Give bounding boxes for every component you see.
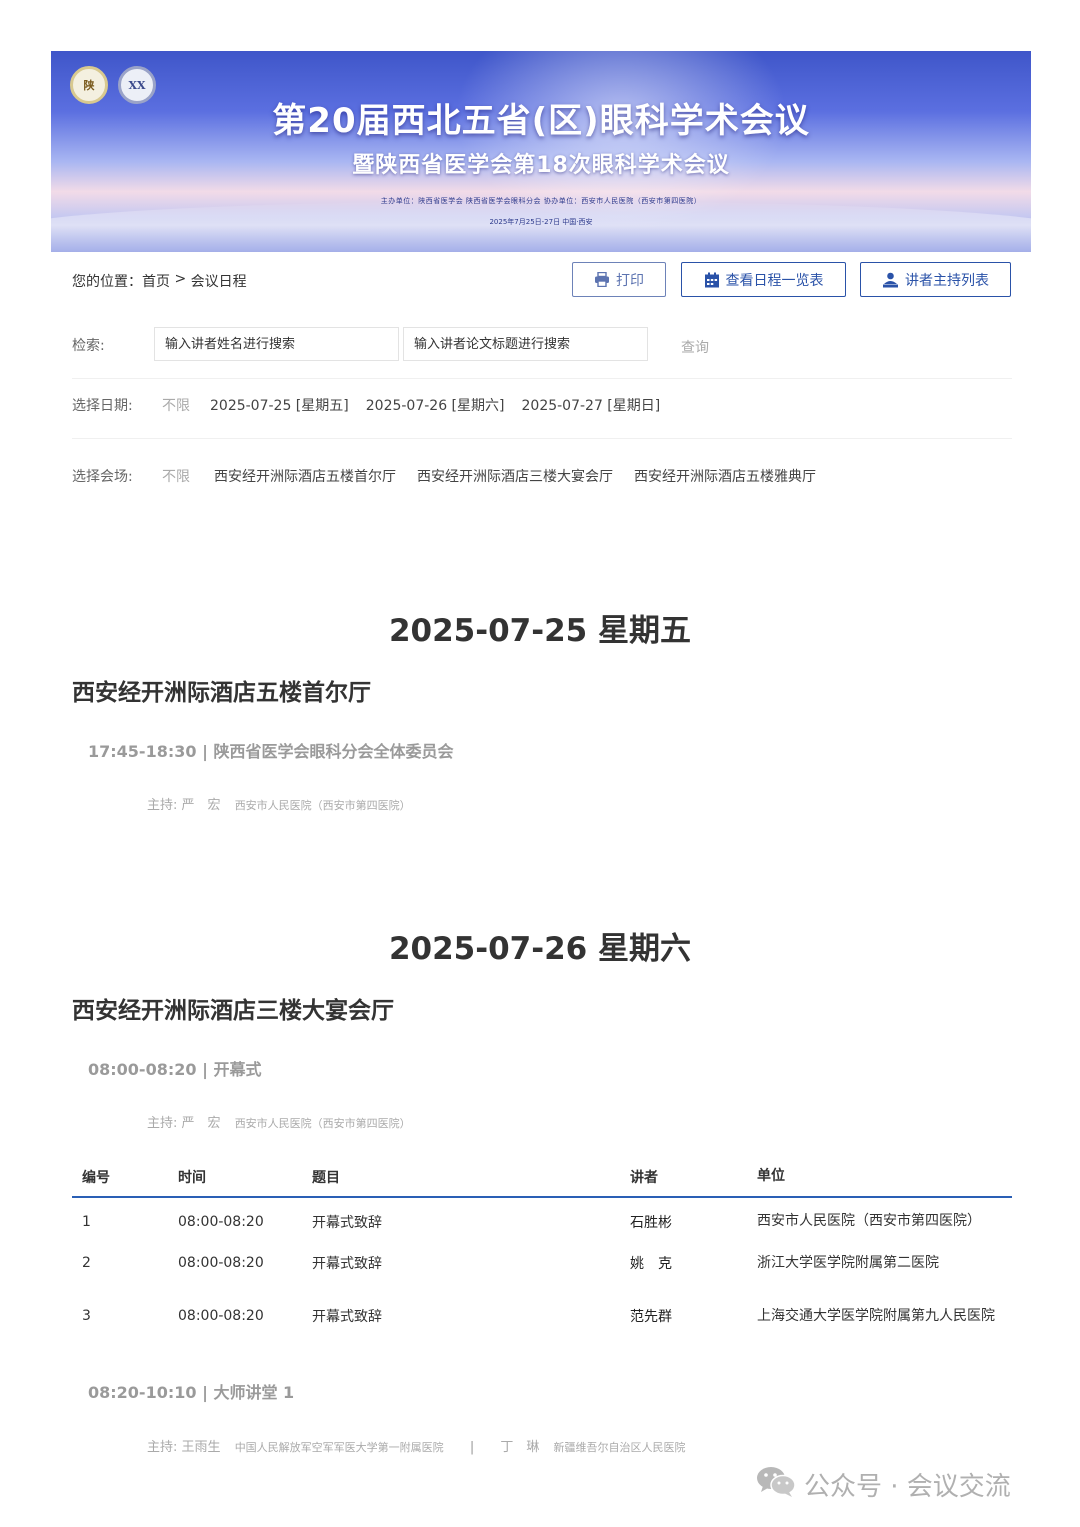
host-name: 王雨生 (181, 1440, 221, 1455)
session-host: 主持: 王雨生 中国人民解放军空军军医大学第一附属医院 | 丁 琳 新疆维吾尔自… (147, 1436, 686, 1455)
day-heading: 2025-07-26 星期六 (388, 931, 692, 967)
table-row: 3 08:00-08:20 开幕式致辞 范先群 上海交通大学医学院附属第九人民医… (72, 1281, 1012, 1351)
col-header-number: 编号 (72, 1157, 178, 1198)
cell-time: 08:00-08:20 (178, 1213, 264, 1230)
venue-option-any[interactable]: 不限 (162, 466, 190, 486)
host-organization: 中国人民解放军空军军医大学第一附属医院 (234, 1441, 444, 1454)
printer-icon (594, 272, 610, 287)
host-separator: | (469, 1440, 475, 1455)
cell-affiliation: 浙江大学医学院附属第二医院 (757, 1254, 939, 1271)
col-header-speaker: 讲者 (630, 1157, 757, 1198)
session-title: 17:45-18:30 | 陕西省医学会眼科分会全体委员会 (88, 742, 454, 761)
query-button[interactable]: 查询 (681, 337, 709, 357)
banner-date-place: 2025年7月25日-27日 中国·西安 (489, 218, 593, 226)
paper-title-search-input[interactable] (403, 327, 648, 361)
cell-number: 3 (82, 1308, 91, 1324)
host-name: 严 宏 (181, 798, 221, 813)
banner-subtitle: 暨陕西省医学会第18次眼科学术会议 (352, 153, 730, 178)
session-host: 主持: 严 宏 西安市人民医院（西安市第四医院） (147, 1112, 411, 1131)
speaker-name-search-input[interactable] (154, 327, 399, 361)
venue-option-athens-hall[interactable]: 西安经开洲际酒店五楼雅典厅 (634, 466, 816, 486)
session-host: 主持: 严 宏 西安市人民医院（西安市第四医院） (147, 794, 411, 813)
banner-organizers: 主办单位：陕西省医学会 陕西省医学会眼科分会 协办单位：西安市人民医院（西安市第… (380, 197, 702, 205)
date-option-0727[interactable]: 2025-07-27 [星期日] (522, 395, 661, 415)
print-button[interactable]: 打印 (572, 262, 666, 297)
cell-speaker: 石胜彬 (630, 1214, 672, 1231)
schedule-overview-button[interactable]: 查看日程一览表 (681, 262, 846, 297)
date-filter-label: 选择日期: (72, 398, 133, 414)
speaker-list-label: 讲者主持列表 (905, 272, 989, 289)
search-label: 检索: (72, 338, 105, 354)
col-header-topic: 题目 (312, 1157, 630, 1198)
host-organization: 西安市人民医院（西安市第四医院） (234, 1117, 411, 1130)
cell-number: 2 (82, 1255, 91, 1271)
schedule-overview-label: 查看日程一览表 (725, 272, 824, 289)
cell-topic: 开幕式致辞 (312, 1309, 382, 1325)
filter-divider (72, 378, 1012, 379)
cell-affiliation: 上海交通大学医学院附属第九人民医院 (757, 1307, 995, 1324)
cell-time: 08:00-08:20 (178, 1308, 264, 1324)
breadcrumb: 您的位置： 首页 > 会议日程 (72, 271, 247, 291)
calendar-icon (704, 272, 720, 288)
wechat-icon (756, 1464, 796, 1505)
filter-divider (72, 438, 1012, 439)
cell-speaker: 姚 克 (630, 1256, 672, 1272)
speaker-list-button[interactable]: 讲者主持列表 (860, 262, 1011, 297)
host-organization: 新疆维吾尔自治区人民医院 (553, 1441, 686, 1454)
wechat-watermark: 公众号 · 会议交流 (756, 1464, 1011, 1505)
session-title: 08:00-08:20 | 开幕式 (88, 1060, 262, 1079)
date-option-any[interactable]: 不限 (162, 395, 190, 415)
speaker-podium-icon (882, 272, 899, 288)
session-agenda-table: 编号 时间 题目 讲者 单位 1 08:00-08:20 开幕式致辞 石胜彬 西… (72, 1157, 1012, 1351)
host-name: 严 宏 (181, 1116, 221, 1131)
day-heading: 2025-07-25 星期五 (388, 613, 692, 649)
col-header-affiliation: 单位 (757, 1157, 1012, 1198)
cell-speaker: 范先群 (630, 1309, 672, 1325)
breadcrumb-separator: > (170, 271, 191, 287)
host-label: 主持: (147, 1116, 178, 1131)
table-header-row: 编号 时间 题目 讲者 单位 (72, 1157, 1012, 1198)
breadcrumb-prefix: 您的位置： (72, 274, 142, 290)
cell-topic: 开幕式致辞 (312, 1256, 382, 1272)
hall-heading: 西安经开洲际酒店五楼首尔厅 (72, 680, 371, 706)
conference-banner: 陕 XX 第20届西北五省(区)眼科学术会议 暨陕西省医学会第18次眼科学术会议… (51, 51, 1031, 252)
cell-affiliation: 西安市人民医院（西安市第四医院） (757, 1213, 981, 1229)
host-label: 主持: (147, 798, 178, 813)
date-option-0726[interactable]: 2025-07-26 [星期六] (366, 395, 505, 415)
session-title: 08:20-10:10 | 大师讲堂 1 (88, 1383, 295, 1402)
breadcrumb-current: 会议日程 (190, 274, 247, 290)
watermark-text: 公众号 · 会议交流 (804, 1472, 1011, 1502)
host-label: 主持: (147, 1440, 178, 1455)
print-label: 打印 (616, 272, 644, 289)
date-filter-options: 不限 2025-07-25 [星期五] 2025-07-26 [星期六] 202… (162, 395, 660, 415)
table-row: 1 08:00-08:20 开幕式致辞 石胜彬 西安市人民医院（西安市第四医院） (72, 1197, 1012, 1245)
host-organization: 西安市人民医院（西安市第四医院） (234, 799, 411, 812)
date-option-0725[interactable]: 2025-07-25 [星期五] (210, 395, 349, 415)
banner-title: 第20届西北五省(区)眼科学术会议 (272, 101, 810, 141)
cell-topic: 开幕式致辞 (312, 1214, 382, 1231)
venue-option-grand-ballroom[interactable]: 西安经开洲际酒店三楼大宴会厅 (417, 466, 613, 486)
cell-time: 08:00-08:20 (178, 1255, 264, 1271)
host-name: 丁 琳 (500, 1440, 540, 1455)
venue-option-seoul-hall[interactable]: 西安经开洲际酒店五楼首尔厅 (214, 466, 396, 486)
venue-filter-options: 不限 西安经开洲际酒店五楼首尔厅 西安经开洲际酒店三楼大宴会厅 西安经开洲际酒店… (162, 466, 816, 486)
cell-number: 1 (82, 1213, 91, 1230)
venue-filter-label: 选择会场: (72, 469, 133, 485)
breadcrumb-home-link[interactable]: 首页 (142, 271, 170, 291)
col-header-time: 时间 (178, 1157, 312, 1198)
table-row: 2 08:00-08:20 开幕式致辞 姚 克 浙江大学医学院附属第二医院 (72, 1245, 1012, 1281)
hall-heading: 西安经开洲际酒店三楼大宴会厅 (72, 998, 394, 1024)
